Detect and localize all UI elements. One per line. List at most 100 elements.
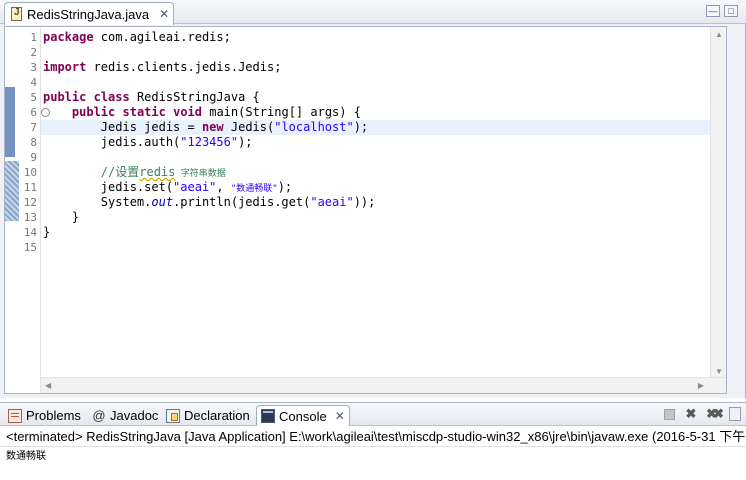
tab-javadoc-label: Javadoc [110, 408, 159, 423]
code-line[interactable]: public class RedisStringJava { [41, 90, 710, 105]
pin-icon [729, 407, 741, 421]
code-line[interactable]: } [41, 225, 710, 240]
code-line-text: Jedis jedis = new Jedis("localhost"); [43, 120, 368, 135]
code-token: ); [238, 135, 253, 149]
code-token: public [71, 105, 116, 119]
line-number: 14 [23, 226, 37, 239]
code-text-area[interactable]: package com.agileai.redis; import redis.c… [41, 27, 710, 393]
tab-declaration-label: Declaration [184, 408, 250, 423]
code-line-text: package com.agileai.redis; [43, 30, 231, 45]
code-token: "123456" [180, 135, 239, 149]
tab-console-label: Console [279, 408, 327, 424]
code-token: ); [277, 180, 293, 194]
console-output-text[interactable]: 数通畅联 [6, 451, 46, 463]
line-number: 8 [30, 136, 37, 149]
code-token: redis.clients.jedis.Jedis; [86, 60, 282, 74]
code-line[interactable]: System.out.println(jedis.get("aeai")); [41, 195, 710, 210]
code-token: public [43, 90, 87, 104]
scroll-down-arrow-icon[interactable]: ▼ [715, 367, 723, 376]
code-token: Jedis( [223, 120, 275, 134]
code-token: jedis.set( [43, 180, 174, 194]
scroll-right-arrow-icon[interactable]: ▶ [698, 381, 704, 390]
code-line-text: } [43, 210, 79, 225]
problems-icon [8, 408, 22, 423]
code-token: , [216, 180, 231, 194]
line-number: 11 [23, 181, 37, 194]
close-icon[interactable]: ✕ [335, 409, 345, 423]
code-token: com.agileai.redis; [93, 30, 231, 44]
code-line[interactable]: import redis.clients.jedis.Jedis; [41, 60, 710, 75]
code-line-text: } [43, 225, 50, 240]
code-line-text: System.out.println(jedis.get("aeai")); [43, 195, 376, 210]
stop-icon [663, 408, 675, 420]
quick-diff-marker [5, 87, 15, 157]
code-token: static [122, 105, 166, 119]
minimize-button[interactable]: — [706, 5, 720, 17]
console-status-line: <terminated> RedisStringJava [Java Appli… [0, 427, 746, 447]
line-number: 13 [23, 211, 37, 224]
line-number: 2 [30, 46, 37, 59]
fold-collapse-icon[interactable] [41, 108, 50, 117]
scroll-up-arrow-icon[interactable]: ▲ [715, 30, 723, 39]
code-token: Jedis jedis = [43, 120, 202, 134]
code-line[interactable]: package com.agileai.redis; [41, 30, 710, 45]
remove-launch-button[interactable]: ✖ [684, 406, 698, 421]
code-line-text: import redis.clients.jedis.Jedis; [43, 60, 281, 75]
code-token: void [173, 105, 202, 119]
tab-problems[interactable]: Problems [4, 405, 85, 426]
code-token: redis [139, 165, 176, 179]
code-line[interactable]: } [41, 210, 710, 225]
editor-tab-label: RedisStringJava.java [27, 6, 150, 22]
maximize-button[interactable]: □ [724, 5, 738, 17]
console-toolbar: ✖ ✖✖ [662, 406, 742, 421]
code-line-text: public static void main(String[] args) { [43, 105, 361, 120]
code-line[interactable]: jedis.auth("123456"); [41, 135, 710, 150]
code-line[interactable] [41, 240, 710, 255]
pin-console-button[interactable] [728, 407, 742, 421]
code-line[interactable]: public static void main(String[] args) { [41, 105, 710, 120]
code-token: jedis.auth( [43, 135, 181, 149]
code-line[interactable] [41, 75, 710, 90]
code-token: )); [353, 195, 376, 209]
editor-tabbar: RedisStringJava.java ✕ — □ [0, 0, 746, 25]
code-line[interactable]: Jedis jedis = new Jedis("localhost"); [41, 120, 710, 135]
line-number: 10 [23, 166, 37, 179]
vertical-scrollbar[interactable]: ▲ ▼ [710, 27, 726, 379]
editor-tab-redisstringjava[interactable]: RedisStringJava.java ✕ [4, 2, 174, 25]
terminate-button[interactable] [662, 407, 676, 421]
line-number: 15 [23, 241, 37, 254]
code-token: "数通畅联" [230, 184, 278, 194]
code-line[interactable]: //设置redis 字符串数据 [41, 165, 710, 180]
tab-problems-label: Problems [26, 408, 81, 423]
line-number: 4 [30, 76, 37, 89]
line-number: 1 [30, 31, 37, 44]
code-token: } [43, 225, 51, 239]
code-line[interactable] [41, 45, 710, 60]
close-icon[interactable]: ✕ [159, 7, 169, 21]
code-token: import [43, 60, 87, 74]
remove-all-terminated-button[interactable]: ✖✖ [706, 406, 724, 421]
code-token: .println(jedis.get( [173, 195, 311, 209]
code-token: "aeai" [173, 180, 217, 194]
remove-icon: ✖ [685, 406, 697, 421]
javadoc-icon: @ [92, 407, 106, 423]
tab-declaration[interactable]: Declaration [162, 405, 254, 426]
scroll-left-arrow-icon[interactable]: ◀ [45, 381, 51, 390]
tab-console[interactable]: Console ✕ [256, 405, 350, 426]
horizontal-scrollbar[interactable]: ◀ ▶ [41, 377, 726, 393]
code-token: ); [353, 120, 369, 134]
code-token: 字符串数据 [175, 169, 226, 179]
tab-javadoc[interactable]: @ Javadoc [88, 405, 162, 426]
editor-pane: RedisStringJava.java ✕ — □ 1234567891011… [0, 0, 746, 398]
console-icon [261, 409, 275, 423]
code-editor[interactable]: 1 2 3 4 5 6 7 8 9 10 11 12 13 14 15 package com.agilea… [4, 26, 727, 394]
code-token: "aeai" [310, 195, 354, 209]
code-line[interactable] [41, 150, 710, 165]
line-number: 9 [30, 151, 37, 164]
quick-diff-marker-changed [5, 161, 19, 221]
code-token: RedisStringJava { [129, 90, 260, 104]
code-line[interactable]: jedis.set("aeai", "数通畅联"); [41, 180, 710, 195]
line-number: 12 [23, 196, 37, 209]
